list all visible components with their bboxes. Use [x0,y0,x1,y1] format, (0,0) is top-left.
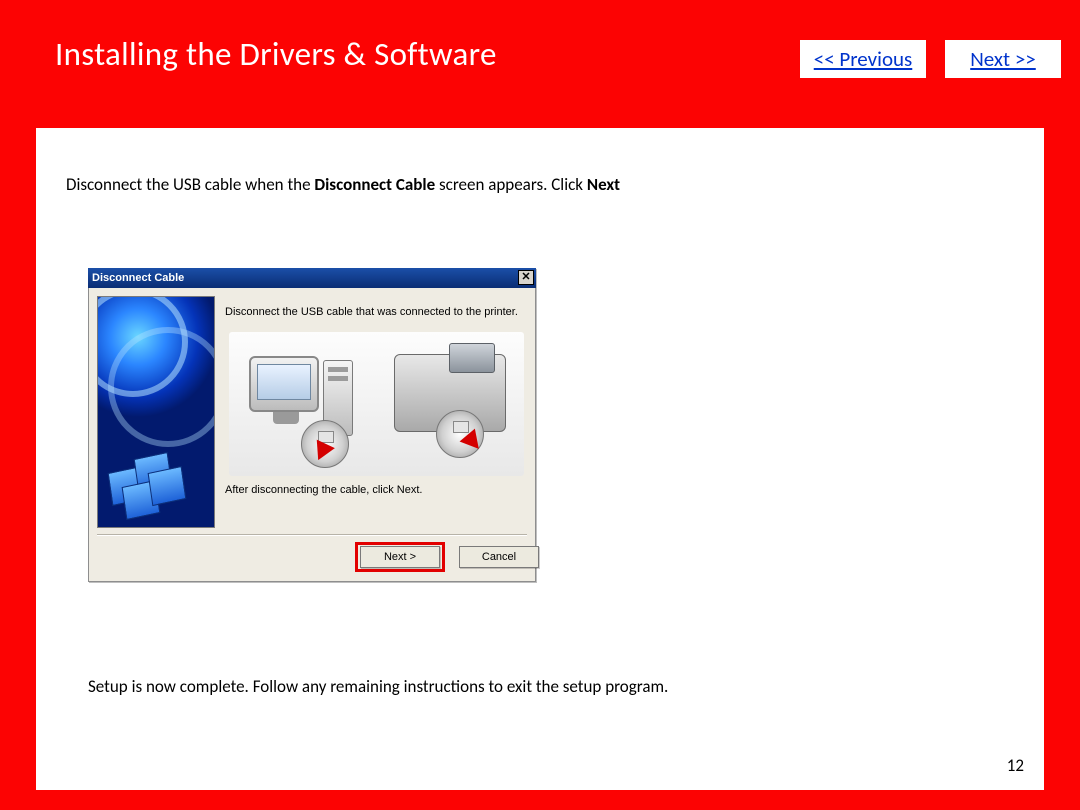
dialog-divider [97,534,527,536]
dialog-titlebar: Disconnect Cable ✕ [88,268,536,288]
previous-button[interactable]: << Previous [800,40,926,78]
dialog-message-top: Disconnect the USB cable that was connec… [225,306,525,318]
header-bar: Installing the Drivers & Software << Pre… [0,0,1080,128]
dialog-sidebar-graphic [97,296,215,528]
instruction-line-2: Setup is now complete. Follow any remain… [88,676,668,697]
instruction-text: Disconnect the USB cable when the [66,174,314,195]
dialog-body: Disconnect the USB cable that was connec… [88,288,536,582]
instruction-line-1: Disconnect the USB cable when the Discon… [66,174,620,195]
page-number: 12 [1007,755,1024,776]
next-button[interactable]: Next >> [945,40,1061,78]
disconnect-cable-dialog: Disconnect Cable ✕ Disconnect the USB ca… [88,268,536,582]
dialog-next-button[interactable]: Next > [360,546,440,568]
unplug-computer-icon [301,420,349,468]
monitor-icon [249,356,319,412]
instruction-text: screen appears. Click [435,174,587,195]
dialog-message-bottom: After disconnecting the cable, click Nex… [225,484,525,496]
instruction-bold-1: Disconnect Cable [314,174,435,195]
dialog-next-highlight: Next > [355,542,445,572]
instruction-bold-2: Next [587,174,620,195]
unplug-printer-icon [436,410,484,458]
dialog-illustration [229,332,524,476]
dialog-title: Disconnect Cable [92,272,184,284]
dialog-cancel-button[interactable]: Cancel [459,546,539,568]
page-title: Installing the Drivers & Software [55,34,497,74]
content-area: Disconnect the USB cable when the Discon… [36,128,1044,790]
close-icon[interactable]: ✕ [518,270,534,285]
